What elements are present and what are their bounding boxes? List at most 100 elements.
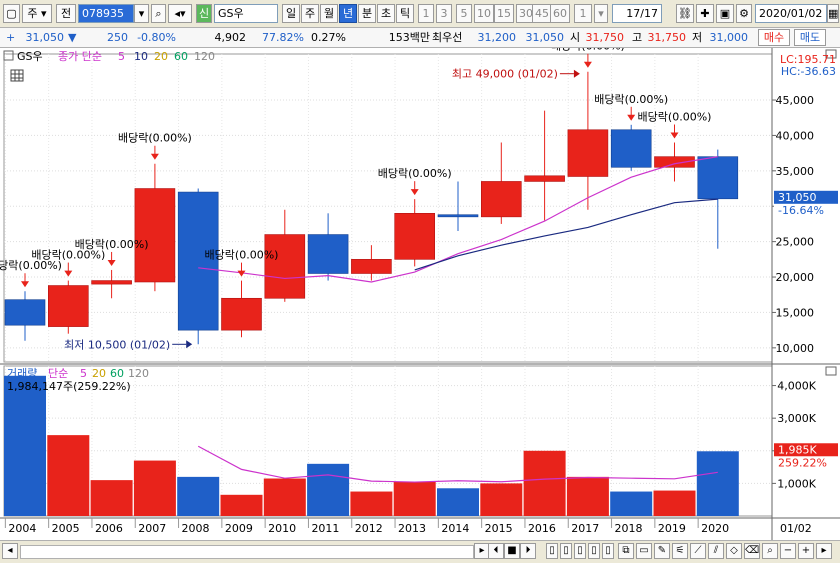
- period-tab-4[interactable]: 분: [358, 4, 376, 23]
- date-label: 2016: [528, 522, 556, 535]
- interval-button-6[interactable]: 45: [532, 4, 552, 23]
- period-tab-5[interactable]: 초: [377, 4, 395, 23]
- calendar-icon[interactable]: ▦: [827, 4, 839, 23]
- interval-button-1[interactable]: 3: [436, 4, 452, 23]
- candle-body: [697, 156, 739, 200]
- candle-body: [47, 285, 89, 327]
- sin-button[interactable]: 신: [196, 4, 212, 23]
- legend-ma5: 5: [118, 50, 125, 63]
- period-tab-2[interactable]: 월: [320, 4, 338, 23]
- period-tab-6[interactable]: 틱: [396, 4, 414, 23]
- scroll-left-icon[interactable]: ◂: [2, 543, 18, 559]
- price-change-pct: -0.80%: [137, 31, 176, 44]
- low-price: 31,000: [709, 31, 749, 44]
- volume-bar: [393, 481, 436, 516]
- erase-icon[interactable]: ⌫: [744, 543, 760, 559]
- quote-expand-icon[interactable]: +: [6, 30, 15, 46]
- legend-ma120: 120: [194, 50, 215, 63]
- play-back-icon[interactable]: ⏴: [488, 543, 504, 559]
- volume-tick-label: 3,000K: [777, 412, 816, 425]
- grid-table-icon[interactable]: [10, 69, 24, 82]
- tool-icon-4[interactable]: ▯: [588, 543, 600, 559]
- crosshair-icon[interactable]: ✚: [696, 4, 714, 23]
- interval-button-0[interactable]: 1: [418, 4, 434, 23]
- current-price-label: 31,050: [778, 191, 817, 204]
- code-dropdown-icon[interactable]: ▾: [134, 4, 149, 23]
- channel-icon[interactable]: ⫽: [708, 543, 724, 559]
- toolbar: ▢ 주 ▾ 전 078935 ▾ ⌕ ◂▾ 신 GS우 일주월년분초틱 1351…: [0, 0, 840, 28]
- sell-button[interactable]: 매도: [794, 29, 826, 46]
- date-label: 2004: [8, 522, 36, 535]
- search-icon[interactable]: ⌕: [151, 4, 166, 23]
- interval-button-7[interactable]: 60: [550, 4, 570, 23]
- volume-bar: [133, 460, 176, 516]
- date-readout: 01/02: [780, 522, 812, 535]
- volume-bar: [177, 476, 220, 516]
- count-field[interactable]: 17/17: [612, 4, 662, 23]
- interval-dropdown-icon[interactable]: ▾: [594, 4, 608, 23]
- volume-bar: [653, 490, 696, 516]
- horizontal-scrollbar[interactable]: [20, 545, 474, 559]
- period-tab-0[interactable]: 일: [282, 4, 300, 23]
- tool-icon-2[interactable]: ▯: [560, 543, 572, 559]
- dividend-label: 배당락(0.00%): [378, 167, 452, 180]
- type-select[interactable]: 주 ▾: [22, 4, 52, 23]
- interval-button-4[interactable]: 15: [494, 4, 514, 23]
- current-price: 31,050: [25, 31, 65, 44]
- interval-button-2[interactable]: 5: [456, 4, 472, 23]
- period-tab-1[interactable]: 주: [301, 4, 319, 23]
- link-icon[interactable]: ⛓: [676, 4, 694, 23]
- volume-tick-label: 4,000K: [777, 380, 816, 393]
- turnover-ratio: 0.27%: [311, 31, 346, 44]
- tool-icon-5[interactable]: ▯: [602, 543, 614, 559]
- vol-legend-ma60: 60: [110, 367, 124, 380]
- zoom-in-icon[interactable]: +: [798, 543, 814, 559]
- draw-text-icon[interactable]: ✎: [654, 543, 670, 559]
- tool-icon-1[interactable]: ▯: [546, 543, 558, 559]
- scroll-end-icon[interactable]: ▸: [816, 543, 832, 559]
- volume-bar: [47, 435, 90, 516]
- period-tab-3[interactable]: 년: [339, 4, 357, 23]
- stock-name-field[interactable]: GS우: [214, 4, 278, 23]
- interval-button-3[interactable]: 10: [474, 4, 494, 23]
- price-chart[interactable]: 배당락(0.00%) 배당락(0.00%) 배당락(0.00%) 배당락(0.00%)…: [0, 48, 840, 540]
- candle-body: [134, 188, 176, 283]
- window-icon[interactable]: ▢: [3, 4, 20, 23]
- speaker-icon[interactable]: ◂▾: [168, 4, 192, 23]
- fast-forward-icon[interactable]: ⏵: [520, 543, 536, 559]
- gear-icon[interactable]: ⚙: [736, 4, 752, 23]
- candle-body: [264, 234, 306, 299]
- buy-button[interactable]: 매수: [758, 29, 790, 46]
- tool-icon-3[interactable]: ▯: [574, 543, 586, 559]
- stop-icon[interactable]: ■: [504, 543, 520, 559]
- volume-bar: [696, 451, 739, 516]
- legend-ma10: 10: [134, 50, 148, 63]
- vol-legend-ma120: 120: [128, 367, 149, 380]
- prev-button[interactable]: 전: [56, 4, 76, 23]
- dividend-label: 배당락(0.00%): [205, 249, 279, 262]
- zoom-out-icon[interactable]: −: [780, 543, 796, 559]
- open-label: 시: [570, 31, 581, 44]
- volume-bar: [437, 488, 479, 516]
- price-legend-name: GS우: [17, 50, 43, 63]
- date-field[interactable]: 2020/01/02: [755, 4, 827, 23]
- trend-icon[interactable]: ⟋: [690, 543, 706, 559]
- price-tick-label: 15,000: [776, 306, 815, 319]
- volume-legend-ma-label: 단순: [48, 367, 68, 380]
- volume-bar: [480, 483, 523, 516]
- zoom-search-icon[interactable]: ⌕: [762, 543, 778, 559]
- stock-code-input[interactable]: 078935: [78, 4, 134, 23]
- shape-icon[interactable]: ◇: [726, 543, 742, 559]
- volume-bar: [90, 480, 133, 516]
- date-label: 2019: [658, 522, 686, 535]
- volume-bar: [523, 450, 566, 516]
- price-tick-label: 10,000: [776, 342, 815, 355]
- date-label: 2013: [398, 522, 426, 535]
- fib-icon[interactable]: ⚟: [672, 543, 688, 559]
- candle-body: [351, 259, 392, 274]
- candle-body: [437, 214, 479, 218]
- interval-button-8[interactable]: 1: [574, 4, 592, 23]
- save-icon[interactable]: ▣: [716, 4, 734, 23]
- draw-line-icon[interactable]: ⧉: [618, 543, 634, 559]
- draw-rect-icon[interactable]: ▭: [636, 543, 652, 559]
